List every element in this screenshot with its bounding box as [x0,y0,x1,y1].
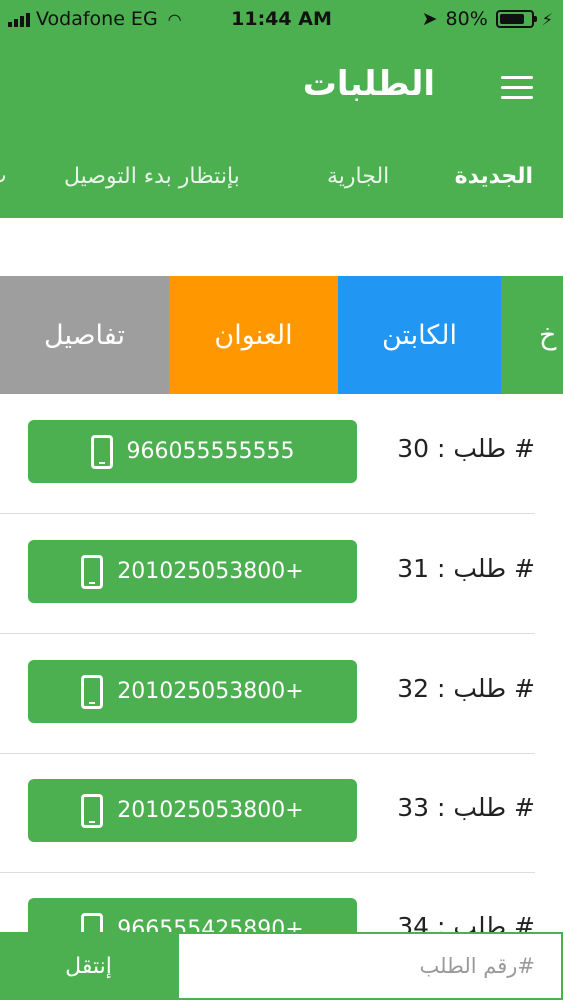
column-address-label: العنوان [214,319,293,351]
tab-awaiting-delivery[interactable]: بإنتظار بدء التوصيل [64,164,240,189]
column-captain-label: الكابتن [381,319,458,351]
tab-new[interactable]: الجديدة [455,164,533,189]
phone-number: 201025053800+ [117,798,304,823]
phone-icon [81,793,104,828]
go-button[interactable]: إنتقل [0,932,177,1000]
table-row: 201025053800+ # طلب : 32 [0,634,535,754]
table-row: 201025053800+ # طلب : 31 [0,514,535,634]
column-details-label: تفاصيل [44,319,125,351]
page-title: الطلبات [302,64,435,104]
charging-icon: ⚡ [541,9,553,29]
order-number: # طلب : 33 [397,793,535,822]
column-address[interactable]: العنوان [169,276,338,394]
phone-call-button[interactable]: 966055555555 [28,420,357,483]
phone-icon [81,554,104,589]
phone-call-button[interactable]: 201025053800+ [28,660,357,723]
phone-number: 966055555555 [126,439,295,464]
battery-percent: 80% [445,8,488,30]
phone-number: 201025053800+ [117,559,304,584]
column-details[interactable]: تفاصيل [0,276,169,394]
phone-icon [81,674,104,709]
phone-icon [90,434,113,469]
phone-number: 201025053800+ [117,679,304,704]
order-number-input[interactable] [177,932,563,1000]
status-bar: Vodafone EG ◠ 11:44 AM ➤ 80% ⚡ [0,0,563,38]
table-row: 201025053800+ # طلب : 33 [0,753,535,873]
app-header: الطلبات الجديدة الجارية بإنتظار بدء التو… [0,38,563,218]
tab-current[interactable]: الجارية [327,164,389,189]
column-captain[interactable]: الكابتن [338,276,501,394]
phone-call-button[interactable]: 201025053800+ [28,779,357,842]
order-search-bar: إنتقل [0,932,563,1000]
phone-call-button[interactable]: 201025053800+ [28,540,357,603]
table-row: 966055555555 # طلب : 30 [0,394,535,514]
column-partial[interactable]: خ [501,276,563,394]
location-arrow-icon: ➤ [421,8,438,30]
status-right: ➤ 80% ⚡ [422,8,553,30]
tab-overflow[interactable]: ب [0,164,7,189]
hamburger-menu-icon[interactable] [501,76,533,100]
order-number: # طلب : 30 [397,434,535,463]
order-number: # طلب : 31 [397,554,535,583]
column-partial-label: خ [539,319,557,351]
order-number: # طلب : 32 [397,674,535,703]
battery-icon [495,10,537,28]
